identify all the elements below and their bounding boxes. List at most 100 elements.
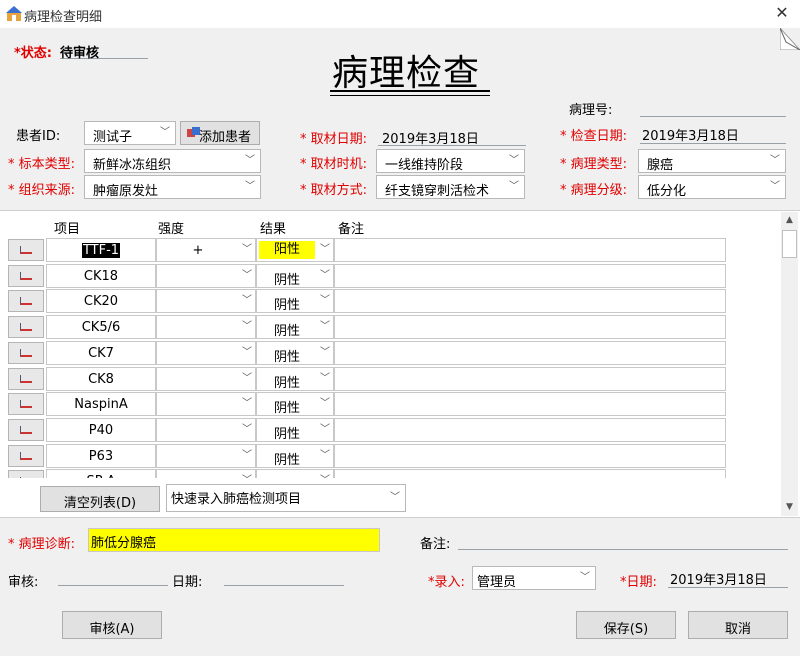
- cell-intensity[interactable]: ﹀: [156, 367, 256, 391]
- cell-item[interactable]: CK20: [46, 289, 156, 313]
- cell-note[interactable]: [334, 264, 726, 288]
- row-edit-icon[interactable]: [8, 239, 44, 261]
- row-edit-icon[interactable]: [8, 419, 44, 441]
- cell-item[interactable]: CK7: [46, 341, 156, 365]
- row-edit-icon[interactable]: [8, 316, 44, 338]
- chevron-down-icon[interactable]: ﹀: [239, 447, 255, 465]
- chevron-down-icon[interactable]: ﹀: [239, 344, 255, 362]
- pathology-grade-combo[interactable]: 低分化 ﹀: [638, 175, 786, 199]
- cell-item[interactable]: SP-A: [46, 469, 156, 478]
- note-field[interactable]: [458, 530, 788, 550]
- save-button[interactable]: 保存(S): [576, 611, 676, 639]
- chevron-down-icon[interactable]: ﹀: [317, 318, 333, 336]
- diagnosis-field[interactable]: 肺低分腺癌: [88, 528, 380, 552]
- chevron-down-icon[interactable]: ﹀: [157, 125, 173, 141]
- clear-list-button[interactable]: 清空列表(D): [40, 486, 160, 512]
- review-button[interactable]: 审核(A): [62, 611, 162, 639]
- cell-intensity[interactable]: ﹀: [156, 341, 256, 365]
- cell-result[interactable]: 阴性﹀: [256, 289, 334, 313]
- chevron-down-icon[interactable]: ﹀: [239, 421, 255, 439]
- cell-intensity[interactable]: ﹀: [156, 469, 256, 478]
- grid-scrollbar[interactable]: ▲ ▼: [781, 212, 798, 516]
- chevron-down-icon[interactable]: ﹀: [317, 344, 333, 362]
- cell-intensity[interactable]: ﹀: [156, 418, 256, 442]
- check-date-field[interactable]: 2019年3月18日: [640, 122, 786, 144]
- cell-item[interactable]: P40: [46, 418, 156, 442]
- row-edit-icon[interactable]: [8, 445, 44, 467]
- pathology-type-combo[interactable]: 腺癌 ﹀: [638, 149, 786, 173]
- tissue-source-combo[interactable]: 肿瘤原发灶 ﹀: [84, 175, 261, 199]
- cell-intensity[interactable]: ﹀: [156, 392, 256, 416]
- cell-result[interactable]: 阴性﹀: [256, 392, 334, 416]
- chevron-down-icon[interactable]: ﹀: [239, 395, 255, 413]
- chevron-down-icon[interactable]: ﹀: [317, 447, 333, 465]
- chevron-down-icon[interactable]: ﹀: [239, 267, 255, 285]
- quick-entry-combo[interactable]: 快速录入肺癌检测项目 ﹀: [166, 484, 406, 512]
- cell-item[interactable]: CK8: [46, 367, 156, 391]
- cell-note[interactable]: [334, 444, 726, 468]
- row-edit-icon[interactable]: [8, 265, 44, 287]
- cell-result[interactable]: 阴性﹀: [256, 367, 334, 391]
- cell-result[interactable]: 阳性 ﹀: [256, 238, 334, 262]
- cell-note[interactable]: [334, 469, 726, 478]
- chevron-down-icon[interactable]: ﹀: [242, 153, 258, 169]
- entry-combo[interactable]: 管理员 ﹀: [472, 566, 596, 590]
- cell-note[interactable]: [334, 315, 726, 339]
- cell-intensity[interactable]: + ﹀: [156, 238, 256, 262]
- row-edit-icon[interactable]: [8, 368, 44, 390]
- cell-intensity[interactable]: ﹀: [156, 264, 256, 288]
- specimen-type-combo[interactable]: 新鲜冰冻组织 ﹀: [84, 149, 261, 173]
- cell-result[interactable]: 阴性﹀: [256, 264, 334, 288]
- chevron-down-icon[interactable]: ﹀: [767, 153, 783, 169]
- row-edit-icon[interactable]: [8, 342, 44, 364]
- scroll-thumb[interactable]: [782, 230, 797, 258]
- close-icon[interactable]: ✕: [770, 2, 794, 24]
- chevron-down-icon[interactable]: ﹀: [239, 318, 255, 336]
- review-field[interactable]: [58, 568, 168, 586]
- sampling-timing-combo[interactable]: 一线维持阶段 ﹀: [376, 149, 525, 173]
- chevron-down-icon[interactable]: ﹀: [317, 292, 333, 310]
- cell-result[interactable]: 阴性﹀: [256, 444, 334, 468]
- cell-note[interactable]: [334, 392, 726, 416]
- chevron-down-icon[interactable]: ﹀: [239, 292, 255, 310]
- add-patient-button[interactable]: 添加患者: [180, 121, 260, 145]
- sampling-date-field[interactable]: 2019年3月18日: [378, 126, 526, 147]
- chevron-down-icon[interactable]: ﹀: [239, 472, 255, 478]
- cell-item[interactable]: TTF-1: [46, 238, 156, 262]
- scroll-up-icon[interactable]: ▲: [781, 212, 798, 229]
- chevron-down-icon[interactable]: ﹀: [239, 241, 255, 259]
- cell-item[interactable]: P63: [46, 444, 156, 468]
- scroll-down-icon[interactable]: ▼: [781, 499, 798, 516]
- chevron-down-icon[interactable]: ﹀: [577, 570, 593, 586]
- cell-note[interactable]: [334, 238, 726, 262]
- pathology-no-field[interactable]: [640, 99, 786, 117]
- chevron-down-icon[interactable]: ﹀: [506, 179, 522, 195]
- cell-intensity[interactable]: ﹀: [156, 315, 256, 339]
- chevron-down-icon[interactable]: ﹀: [317, 472, 333, 478]
- chevron-down-icon[interactable]: ﹀: [387, 490, 403, 506]
- chevron-down-icon[interactable]: ﹀: [317, 241, 333, 259]
- cell-result[interactable]: 阴性﹀: [256, 341, 334, 365]
- row-edit-icon[interactable]: [8, 393, 44, 415]
- chevron-down-icon[interactable]: ﹀: [506, 153, 522, 169]
- chevron-down-icon[interactable]: ﹀: [317, 267, 333, 285]
- chevron-down-icon[interactable]: ﹀: [317, 421, 333, 439]
- cell-item[interactable]: CK5/6: [46, 315, 156, 339]
- chevron-down-icon[interactable]: ﹀: [317, 370, 333, 388]
- chevron-down-icon[interactable]: ﹀: [317, 395, 333, 413]
- cell-note[interactable]: [334, 367, 726, 391]
- cell-result[interactable]: 阴性﹀: [256, 469, 334, 478]
- row-edit-icon[interactable]: [8, 470, 44, 478]
- cell-item[interactable]: NaspinA: [46, 392, 156, 416]
- chevron-down-icon[interactable]: ﹀: [242, 179, 258, 195]
- cell-intensity[interactable]: ﹀: [156, 289, 256, 313]
- cell-note[interactable]: [334, 289, 726, 313]
- row-edit-icon[interactable]: [8, 290, 44, 312]
- cell-result[interactable]: 阴性﹀: [256, 315, 334, 339]
- cancel-button[interactable]: 取消: [688, 611, 788, 639]
- cell-note[interactable]: [334, 341, 726, 365]
- sampling-method-combo[interactable]: 纤支镜穿刺活检术 ﹀: [376, 175, 525, 199]
- patient-id-combo[interactable]: 测试子 ﹀: [84, 121, 176, 145]
- chevron-down-icon[interactable]: ﹀: [767, 179, 783, 195]
- cell-item[interactable]: CK18: [46, 264, 156, 288]
